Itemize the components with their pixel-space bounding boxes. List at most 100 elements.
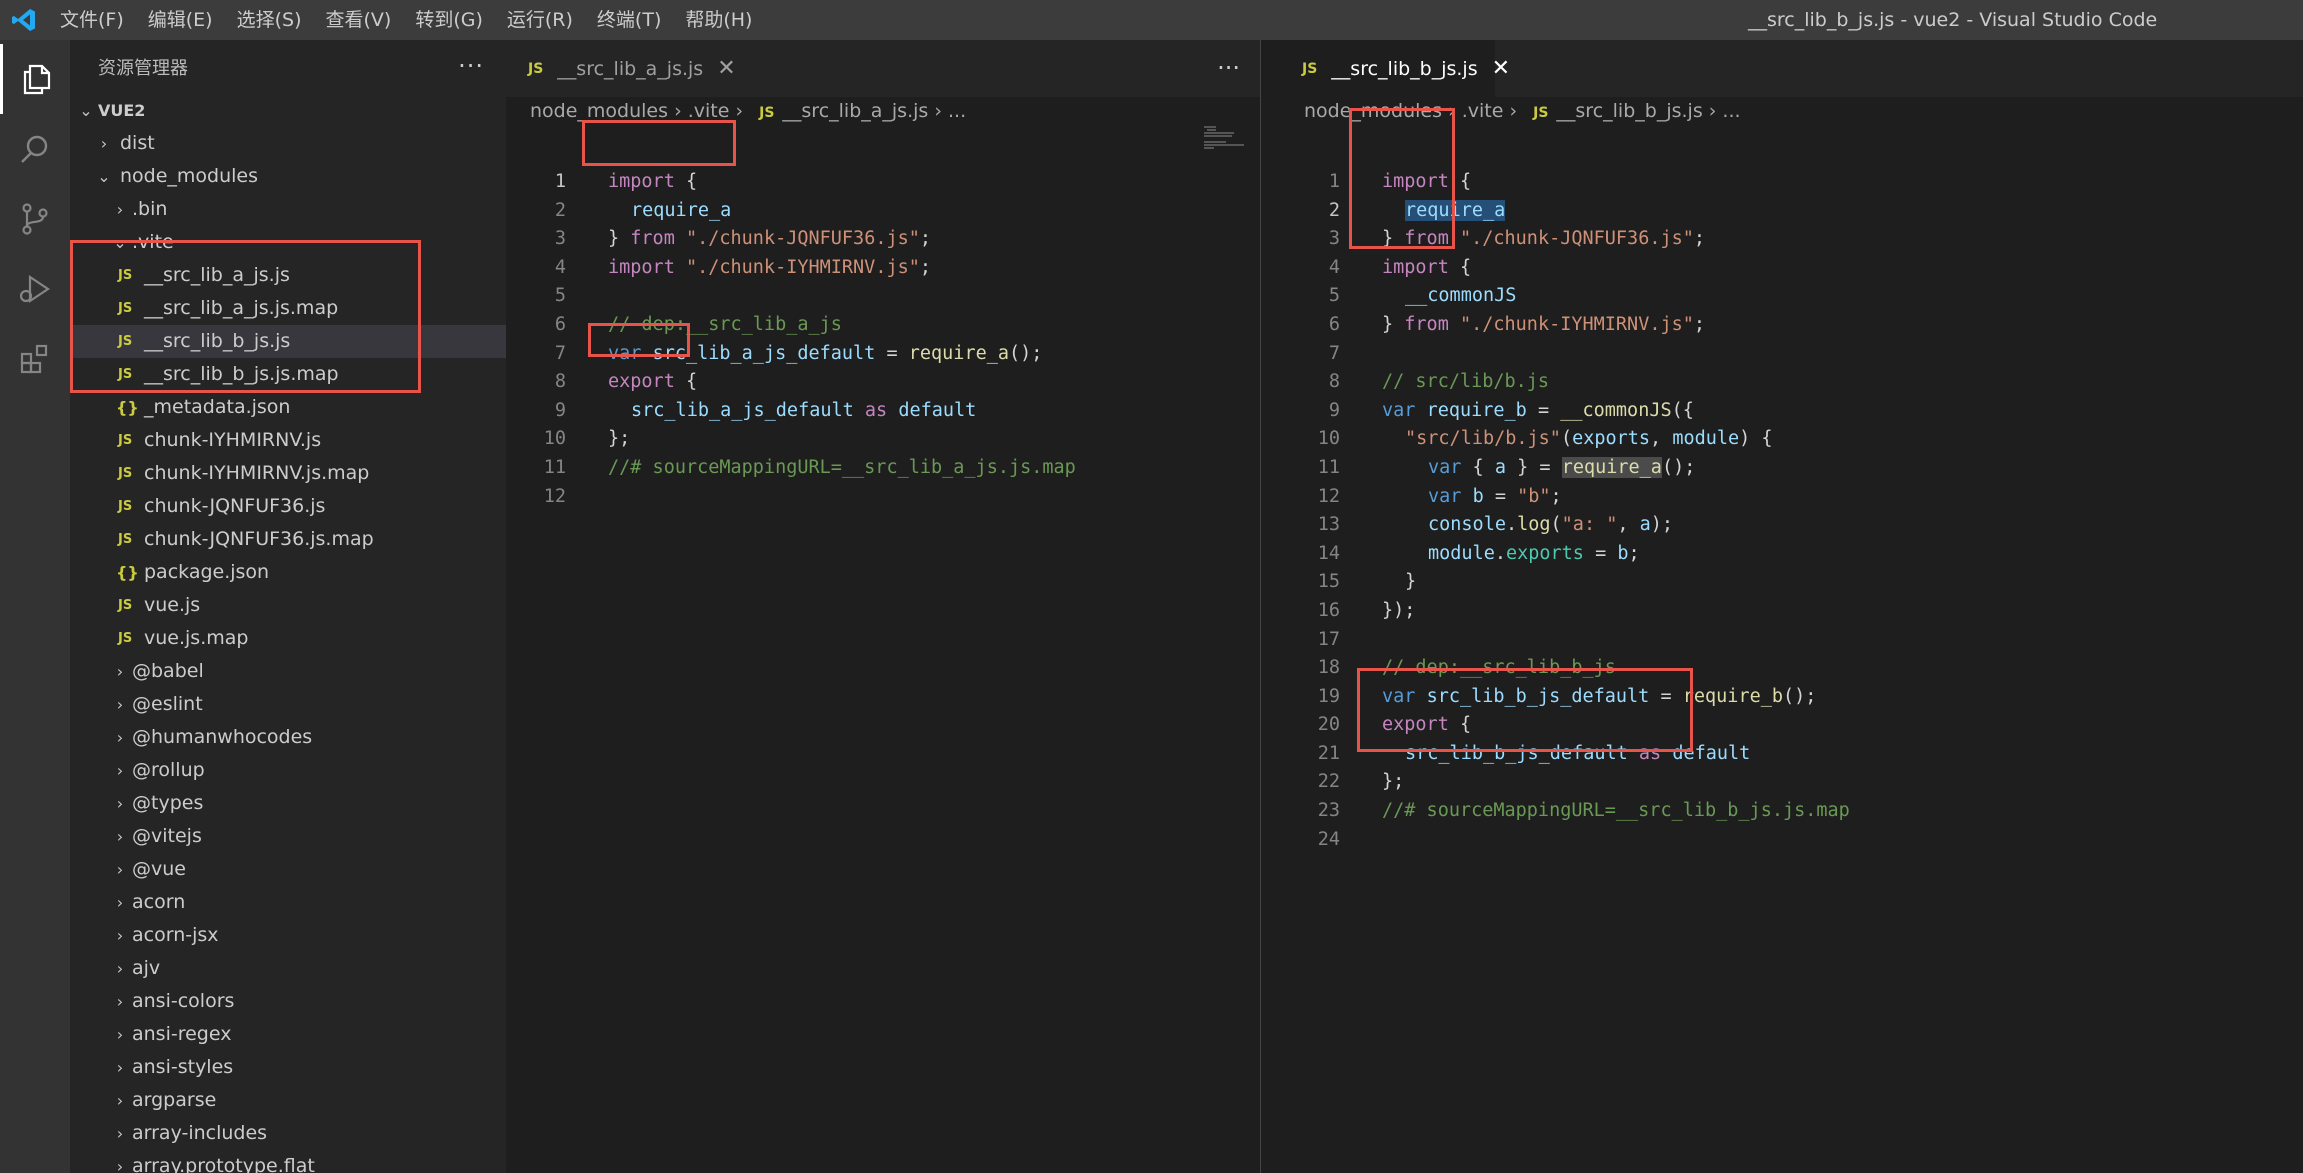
sidebar-title: 资源管理器 <box>98 58 188 79</box>
breadcrumb-item[interactable]: ... <box>948 100 966 122</box>
tree-folder[interactable]: › @babel <box>70 655 506 688</box>
annotation-box <box>1357 668 1693 752</box>
breadcrumb-item[interactable]: ... <box>1722 100 1740 122</box>
tree-folder[interactable]: › acorn-jsx <box>70 919 506 952</box>
js-file-icon: JS <box>118 598 133 613</box>
line-number: 23 <box>1317 800 1340 822</box>
chevron-right-icon: › <box>116 1025 124 1044</box>
tree-folder-bin[interactable]: › .bin <box>70 193 506 226</box>
line-number: 22 <box>1317 771 1340 793</box>
menu-selection[interactable]: 选择(S) <box>225 0 314 40</box>
tree-root[interactable]: ⌄ VUE2 <box>70 94 506 127</box>
tree-file[interactable]: JS vue.js.map <box>70 622 506 655</box>
line-number: 3 <box>554 228 566 250</box>
tab-src-lib-a[interactable]: JS __src_lib_a_js.js ✕ <box>506 40 736 97</box>
js-file-icon: JS <box>118 433 133 448</box>
js-file-icon: JS <box>118 532 133 547</box>
tree-file[interactable]: JS chunk-JQNFUF36.js.map <box>70 523 506 556</box>
tree-folder[interactable]: › ansi-colors <box>70 985 506 1018</box>
tree-folder[interactable]: › ajv <box>70 952 506 985</box>
json-file-icon: {} <box>116 563 139 582</box>
tree-file[interactable]: {} package.json <box>70 556 506 589</box>
tree-folder[interactable]: › ansi-styles <box>70 1051 506 1084</box>
tree-file[interactable]: JS chunk-IYHMIRNV.js <box>70 424 506 457</box>
line-number: 11 <box>543 456 566 478</box>
source-control-icon[interactable] <box>0 184 70 254</box>
tab-bar: JS __src_lib_a_js.js ✕ ··· <box>506 40 1260 97</box>
tree-file[interactable]: JS chunk-IYHMIRNV.js.map <box>70 457 506 490</box>
chevron-right-icon: › <box>116 1058 124 1077</box>
tree-folder[interactable]: › @rollup <box>70 754 506 787</box>
tree-folder[interactable]: › @eslint <box>70 688 506 721</box>
tree-folder[interactable]: › @vue <box>70 853 506 886</box>
menu-terminal[interactable]: 终端(T) <box>585 0 673 40</box>
line-number: 6 <box>1328 313 1340 335</box>
js-file-icon: JS <box>118 499 133 514</box>
menu-run[interactable]: 运行(R) <box>495 0 585 40</box>
editor-group-left: JS __src_lib_a_js.js ✕ ··· node_modules … <box>506 40 1260 1173</box>
menu-go[interactable]: 转到(G) <box>403 0 495 40</box>
tree-folder[interactable]: › @types <box>70 787 506 820</box>
js-file-icon: JS <box>1533 105 1549 121</box>
breadcrumb-item[interactable]: __src_lib_a_js.js <box>782 100 928 122</box>
window-title: __src_lib_b_js.js - vue2 - Visual Studio… <box>1748 9 2158 31</box>
menu-bar: 文件(F) 编辑(E) 选择(S) 查看(V) 转到(G) 运行(R) 终端(T… <box>48 0 764 40</box>
line-number: 19 <box>1317 685 1340 707</box>
tree-file[interactable]: {} _metadata.json <box>70 391 506 424</box>
menu-view[interactable]: 查看(V) <box>314 0 404 40</box>
minimap[interactable] <box>1204 126 1246 152</box>
chevron-right-icon: › <box>116 728 124 747</box>
line-number: 1 <box>554 171 566 192</box>
line-number: 3 <box>1328 228 1340 250</box>
tree-folder[interactable]: › array.prototype.flat <box>70 1150 506 1173</box>
editor-split-divider[interactable] <box>1260 40 1280 1173</box>
line-number: 9 <box>554 399 566 421</box>
more-actions-icon[interactable]: ··· <box>1217 54 1240 82</box>
breadcrumb-item[interactable]: __src_lib_b_js.js <box>1556 100 1702 122</box>
close-icon[interactable]: ✕ <box>1492 56 1510 81</box>
chevron-right-icon: › <box>116 992 124 1011</box>
close-icon[interactable]: ✕ <box>717 56 735 81</box>
chevron-right-icon: › <box>116 200 124 219</box>
tree-file[interactable]: JS chunk-JQNFUF36.js <box>70 490 506 523</box>
tree-folder-dist[interactable]: › dist <box>70 127 506 160</box>
editor-group-right: JS __src_lib_b_js.js ✕ node_modules › .v… <box>1280 40 2303 1173</box>
tree-folder[interactable]: › acorn <box>70 886 506 919</box>
tree-folder[interactable]: › array-includes <box>70 1117 506 1150</box>
title-bar: 文件(F) 编辑(E) 选择(S) 查看(V) 转到(G) 运行(R) 终端(T… <box>0 0 2303 40</box>
run-debug-icon[interactable] <box>0 254 70 324</box>
search-icon[interactable] <box>0 114 70 184</box>
chevron-right-icon: › <box>116 926 124 945</box>
annotation-box <box>70 240 421 393</box>
menu-edit[interactable]: 编辑(E) <box>136 0 225 40</box>
menu-help[interactable]: 帮助(H) <box>673 0 764 40</box>
tree-file[interactable]: JS vue.js <box>70 589 506 622</box>
breadcrumb-item[interactable]: .vite <box>688 100 730 122</box>
extensions-icon[interactable] <box>0 324 70 394</box>
menu-file[interactable]: 文件(F) <box>48 0 136 40</box>
tree-folder-node-modules[interactable]: ⌄ node_modules <box>70 160 506 193</box>
line-number: 5 <box>1328 285 1340 307</box>
line-number: 13 <box>1317 514 1340 536</box>
tab-src-lib-b-active[interactable]: JS __src_lib_b_js.js ✕ <box>1280 40 1510 97</box>
breadcrumb-item[interactable]: .vite <box>1462 100 1504 122</box>
tab-bar: JS __src_lib_b_js.js ✕ <box>1280 40 2303 97</box>
more-actions-icon[interactable]: ··· <box>458 52 484 80</box>
line-number: 20 <box>1317 714 1340 736</box>
line-number: 15 <box>1317 571 1340 593</box>
tree-folder[interactable]: › ansi-regex <box>70 1018 506 1051</box>
line-number: 2 <box>554 199 566 221</box>
annotation-box <box>582 120 736 166</box>
json-file-icon: {} <box>116 398 139 417</box>
chevron-down-icon: ⌄ <box>97 167 111 186</box>
line-number: 2 <box>1328 199 1340 221</box>
line-number: 16 <box>1317 599 1340 621</box>
line-number: 12 <box>543 485 566 507</box>
explorer-icon[interactable] <box>0 44 70 114</box>
tree-folder[interactable]: › @vitejs <box>70 820 506 853</box>
tree-folder[interactable]: › @humanwhocodes <box>70 721 506 754</box>
breadcrumb-item[interactable]: node_modules <box>530 100 668 122</box>
line-number: 7 <box>554 342 566 364</box>
tree-folder[interactable]: › argparse <box>70 1084 506 1117</box>
line-number: 17 <box>1317 628 1340 650</box>
